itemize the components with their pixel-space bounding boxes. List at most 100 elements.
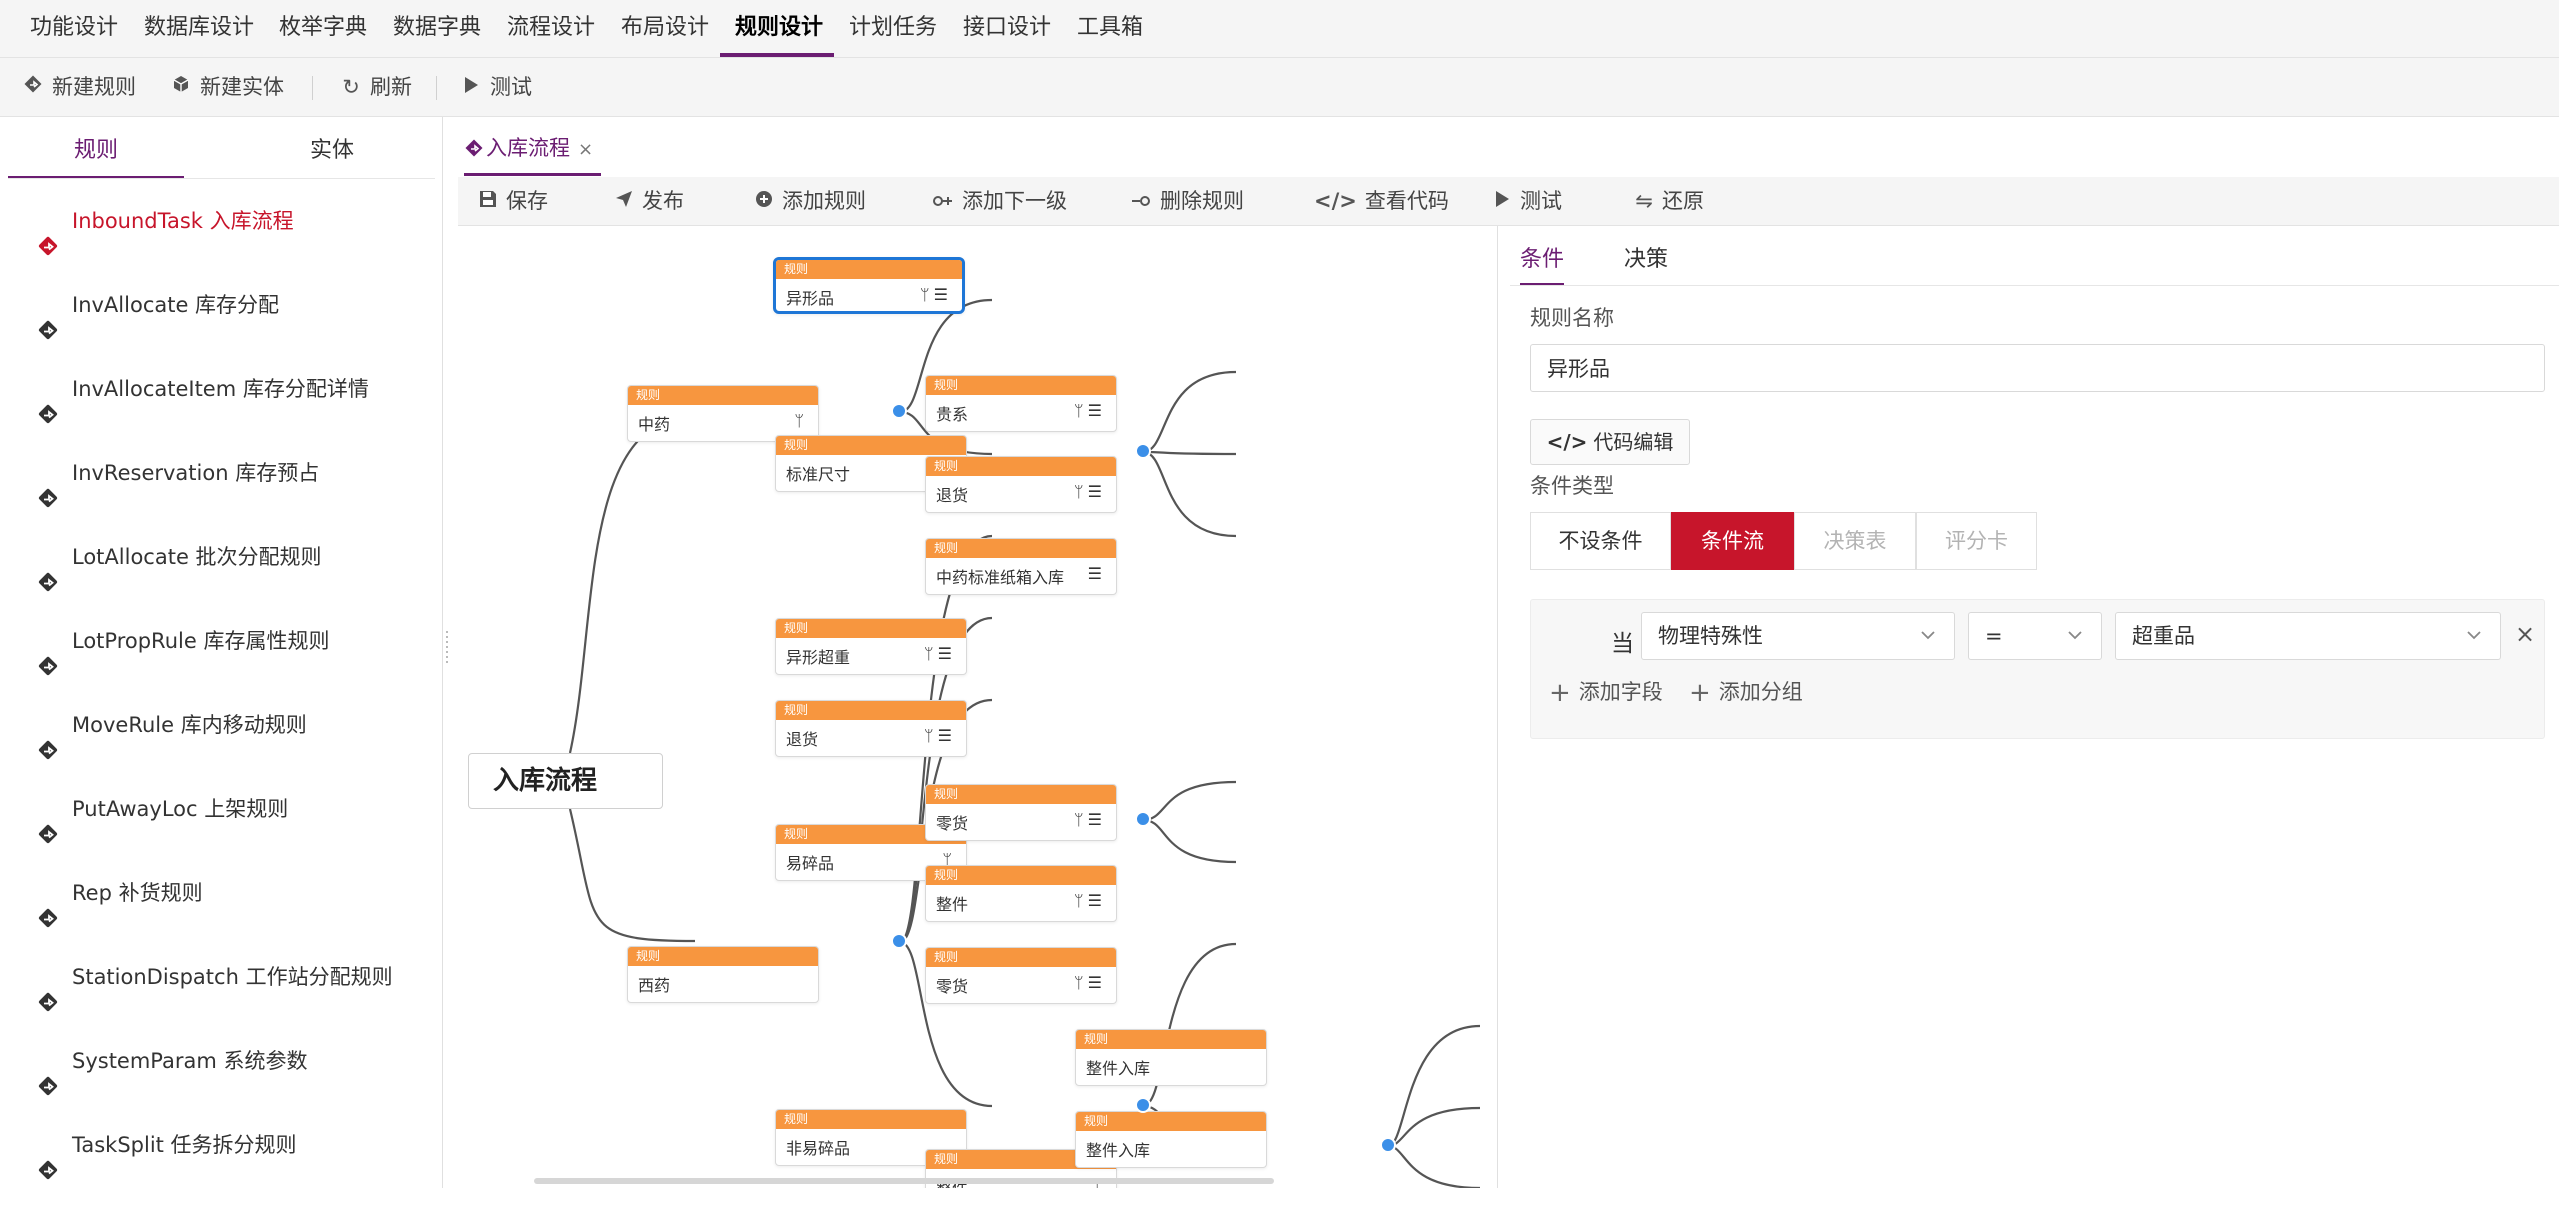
nav-item-flow-design[interactable]: 流程设计 — [507, 0, 595, 58]
horizontal-scrollbar[interactable] — [534, 1178, 1274, 1184]
rule-node-label: 整件 — [936, 895, 969, 914]
rule-node-label: 异形超重 — [786, 648, 851, 667]
rule-list-item[interactable]: Rep 补货规则 — [0, 851, 440, 935]
condition-value-select[interactable]: 超重品 — [2115, 612, 2501, 660]
rule-node[interactable]: 规则退货 ᛘ☰ — [775, 700, 967, 757]
close-tab-icon[interactable]: × — [578, 139, 593, 160]
connector-dot[interactable] — [1135, 811, 1151, 827]
rule-node[interactable]: 规则 零货 ᛘ☰ — [925, 784, 1117, 841]
rule-list-item[interactable]: TaskSplit 任务拆分规则 — [0, 1103, 440, 1187]
nav-item-scheduled-tasks[interactable]: 计划任务 — [849, 0, 937, 58]
nav-item-enum-dictionary[interactable]: 枚举字典 — [279, 0, 367, 58]
tab-decision[interactable]: 决策 — [1624, 240, 1668, 286]
refresh-label: 刷新 — [370, 75, 412, 99]
rule-list-item[interactable]: InvAllocate 库存分配 — [0, 263, 440, 347]
rule-list-item[interactable]: LotAllocate 批次分配规则 — [0, 515, 440, 599]
rule-node[interactable]: 规则 异形品 ᛘ☰ — [773, 257, 965, 314]
toolbar-divider — [312, 76, 313, 100]
rule-node[interactable]: 规则 整件入库 — [1075, 1029, 1267, 1086]
refresh-button[interactable]: ↻ 刷新 — [340, 58, 412, 116]
delete-rule-button[interactable]: 删除规则 — [1130, 177, 1244, 225]
rule-list-item[interactable]: MoveRule 库内移动规则 — [0, 683, 440, 767]
nav-item-toolbox[interactable]: 工具箱 — [1077, 0, 1143, 58]
rule-list-item[interactable]: StationDispatch 工作站分配规则 — [0, 935, 440, 1019]
top-nav: 功能设计 数据库设计 枚举字典 数据字典 流程设计 布局设计 规则设计 计划任务… — [0, 0, 2559, 58]
rule-node-icons: ᛘ☰ — [924, 644, 956, 663]
rule-node[interactable]: 规则 中药 ᛘ — [627, 385, 819, 442]
rule-node-icons: ᛘ☰ — [1074, 401, 1106, 420]
save-button[interactable]: 保存 — [478, 177, 548, 225]
rule-node-header: 规则 — [628, 947, 818, 966]
editor-test-button[interactable]: 测试 — [1492, 177, 1562, 225]
test-button[interactable]: 测试 — [460, 58, 532, 116]
rule-list-item-label: StationDispatch 工作站分配规则 — [72, 965, 393, 989]
rule-node[interactable]: 规则 整件入库 — [1075, 1111, 1267, 1168]
rule-diamond-icon — [36, 209, 60, 256]
publish-button[interactable]: 发布 — [614, 177, 684, 225]
rule-node-label: 退货 — [786, 730, 819, 749]
rule-diamond-icon — [36, 545, 60, 592]
add-child-button[interactable]: 添加下一级 — [932, 177, 1067, 225]
rule-node-icons: ᛘ☰ — [924, 726, 956, 745]
condition-operator-select[interactable]: = — [1968, 612, 2102, 660]
view-code-button[interactable]: </> 查看代码 — [1314, 177, 1449, 225]
code-edit-button[interactable]: </> 代码编辑 — [1530, 419, 1690, 465]
condition-type-scorecard[interactable]: 评分卡 — [1916, 512, 2037, 570]
play-icon — [1492, 177, 1512, 225]
condition-type-decision-table[interactable]: 决策表 — [1794, 512, 1916, 570]
tab-rules[interactable]: 规则 — [8, 131, 184, 179]
rule-node[interactable]: 规则 整件 ᛘ☰ — [925, 865, 1117, 922]
flow-canvas[interactable]: 入库流程 规则 异形品 ᛘ☰ 规则 中药 ᛘ 规则 标准尺寸 规则 贵系 ᛘ☰ 规则 退货 ᛘ☰ 规则 中药标… — [458, 226, 1498, 1188]
condition-type-none[interactable]: 不设条件 — [1530, 512, 1671, 570]
rule-list-item-label: PutAwayLoc 上架规则 — [72, 797, 289, 821]
rule-list-item[interactable]: InvAllocateItem 库存分配详情 — [0, 347, 440, 431]
rule-diamond-icon — [36, 881, 60, 928]
nav-item-interface-design[interactable]: 接口设计 — [963, 0, 1051, 58]
rule-node[interactable]: 规则 退货 ᛘ☰ — [925, 456, 1117, 513]
rule-list-item[interactable]: PutAwayLoc 上架规则 — [0, 767, 440, 851]
plus-icon: + — [1549, 678, 1571, 708]
nav-item-database-design[interactable]: 数据库设计 — [144, 0, 254, 58]
rule-diamond-icon — [36, 1133, 60, 1180]
document-tab[interactable]: 入库流程 × — [464, 130, 602, 176]
rule-node[interactable]: 规则 中药标准纸箱入库 ☰ — [925, 538, 1117, 595]
plus-circle-icon — [754, 177, 774, 225]
connector-dot[interactable] — [1135, 443, 1151, 459]
nav-item-function-design[interactable]: 功能设计 — [30, 0, 118, 58]
connector-dot[interactable] — [1380, 1137, 1396, 1153]
new-entity-button[interactable]: 新建实体 — [170, 58, 284, 116]
nav-item-data-dictionary[interactable]: 数据字典 — [393, 0, 481, 58]
connector-dot[interactable] — [891, 933, 907, 949]
tab-entities[interactable]: 实体 — [244, 131, 420, 179]
new-rule-button[interactable]: 新建规则 — [22, 58, 136, 116]
connector-dot[interactable] — [891, 403, 907, 419]
nav-item-rule-design[interactable]: 规则设计 — [735, 0, 823, 58]
add-field-button[interactable]: + 添加字段 — [1549, 676, 1663, 708]
rule-node-header: 规则 — [926, 539, 1116, 558]
restore-button[interactable]: ⇋ 还原 — [1634, 177, 1704, 225]
rule-diamond-icon — [22, 58, 44, 116]
remove-condition-icon[interactable]: × — [2515, 620, 2535, 648]
condition-field-select[interactable]: 物理特殊性 — [1641, 612, 1955, 660]
rule-list-item[interactable]: InvReservation 库存预占 — [0, 431, 440, 515]
add-group-button[interactable]: + 添加分组 — [1689, 676, 1803, 708]
rule-name-input[interactable] — [1530, 344, 2545, 392]
rule-node[interactable]: 规则 西药 — [627, 946, 819, 1003]
rule-node-header: 规则 — [776, 701, 966, 720]
rule-list-item[interactable]: InboundTask 入库流程 — [0, 179, 440, 263]
rule-node[interactable]: 规则 贵系 ᛘ☰ — [925, 375, 1117, 432]
left-splitter-handle[interactable] — [444, 628, 450, 676]
condition-group: 当 物理特殊性 = 超重品 × + 添加字段 + 添加分组 — [1530, 599, 2545, 739]
rule-node-header: 规则 — [926, 376, 1116, 395]
root-node[interactable]: 入库流程 — [468, 753, 663, 809]
add-rule-button[interactable]: 添加规则 — [754, 177, 866, 225]
tab-divider — [1510, 285, 2559, 286]
condition-type-flow[interactable]: 条件流 — [1671, 512, 1794, 570]
tab-condition[interactable]: 条件 — [1520, 240, 1565, 286]
rule-list-item[interactable]: SystemParam 系统参数 — [0, 1019, 440, 1103]
rule-list-item[interactable]: LotPropRule 库存属性规则 — [0, 599, 440, 683]
rule-node[interactable]: 规则 零货 ᛘ☰ — [925, 947, 1117, 1004]
rule-node[interactable]: 规则 异形超重 ᛘ☰ — [775, 618, 967, 675]
connector-dot[interactable] — [1135, 1097, 1151, 1113]
nav-item-layout-design[interactable]: 布局设计 — [621, 0, 709, 58]
